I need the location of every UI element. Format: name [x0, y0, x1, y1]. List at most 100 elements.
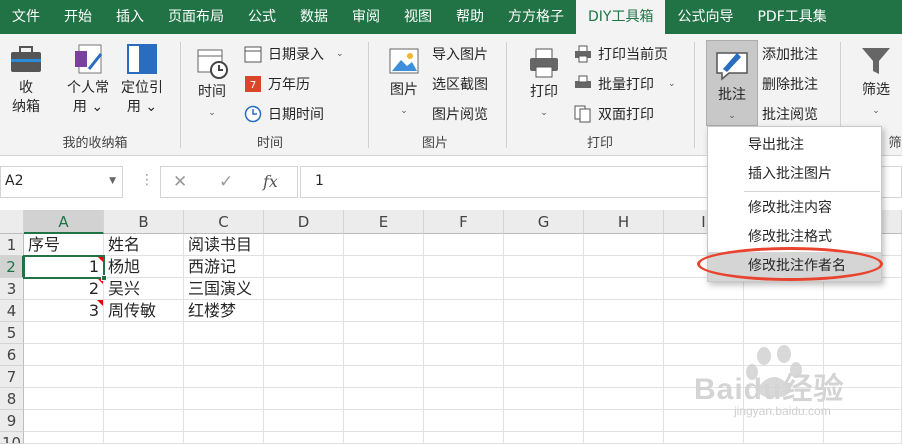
tab-data[interactable]: 数据	[288, 0, 340, 34]
grid-cell[interactable]	[184, 344, 264, 366]
tab-page-layout[interactable]: 页面布局	[156, 0, 236, 34]
grid-cell[interactable]	[664, 432, 744, 444]
grid-cell[interactable]	[184, 388, 264, 410]
grid-cell[interactable]	[264, 344, 344, 366]
print-current-page-button[interactable]: 打印当前页	[574, 44, 668, 64]
filter-button[interactable]: 筛选 ⌄	[854, 44, 898, 121]
grid-cell[interactable]	[824, 432, 902, 444]
grid-cell[interactable]	[424, 234, 504, 256]
grid-cell[interactable]	[424, 256, 504, 278]
grid-cell[interactable]	[344, 432, 424, 444]
insert-function-icon[interactable]: fx	[263, 172, 278, 191]
grid-cell[interactable]	[264, 256, 344, 278]
date-entry-button[interactable]: 日期录入 ⌄	[244, 44, 344, 64]
region-screenshot-button[interactable]: 选区截图	[432, 74, 488, 94]
cell-c4[interactable]: 红楼梦	[184, 300, 264, 322]
grid-cell[interactable]	[504, 344, 584, 366]
date-time-button[interactable]: 日期时间	[244, 104, 324, 124]
grid-cell[interactable]	[424, 322, 504, 344]
grid-cell[interactable]	[344, 366, 424, 388]
menu-item-export-comments[interactable]: 导出批注	[708, 131, 881, 160]
print-button[interactable]: 打印 ⌄	[522, 46, 566, 123]
cell-b1[interactable]: 姓名	[104, 234, 184, 256]
drag-handle-icon[interactable]: ⋮	[140, 172, 154, 188]
row-header-3[interactable]: 3	[0, 278, 24, 300]
grid-cell[interactable]	[104, 366, 184, 388]
column-header-b[interactable]: B	[104, 210, 184, 234]
grid-cell[interactable]	[504, 410, 584, 432]
cell-b3[interactable]: 吴兴	[104, 278, 184, 300]
grid-cell[interactable]	[584, 410, 664, 432]
cell-c1[interactable]: 阅读书目	[184, 234, 264, 256]
tab-insert[interactable]: 插入	[104, 0, 156, 34]
picture-browse-button[interactable]: 图片阅览	[432, 104, 488, 124]
grid-cell[interactable]	[424, 278, 504, 300]
cell-c3[interactable]: 三国演义	[184, 278, 264, 300]
grid-cell[interactable]	[264, 278, 344, 300]
grid-cell[interactable]	[24, 432, 104, 444]
grid-cell[interactable]	[584, 432, 664, 444]
grid-cell[interactable]	[664, 322, 744, 344]
grid-cell[interactable]	[584, 234, 664, 256]
personal-common-button[interactable]: 个人常 用 ⌄	[62, 42, 114, 117]
grid-cell[interactable]	[264, 410, 344, 432]
grid-cell[interactable]	[584, 300, 664, 322]
grid-cell[interactable]	[504, 366, 584, 388]
row-header-5[interactable]: 5	[0, 322, 24, 344]
tab-pdf-tools[interactable]: PDF工具集	[745, 0, 838, 34]
storage-box-button[interactable]: 收 纳箱	[6, 42, 46, 117]
grid-cell[interactable]	[104, 344, 184, 366]
grid-cell[interactable]	[584, 366, 664, 388]
tab-diy-toolbox[interactable]: DIY工具箱	[576, 0, 666, 34]
grid-cell[interactable]	[344, 344, 424, 366]
import-picture-button[interactable]: 导入图片	[432, 44, 488, 64]
grid-cell[interactable]	[744, 432, 824, 444]
grid-cell[interactable]	[424, 300, 504, 322]
column-header-c[interactable]: C	[184, 210, 264, 234]
duplex-print-button[interactable]: 双面打印	[574, 104, 654, 124]
cell-b4[interactable]: 周传敏	[104, 300, 184, 322]
grid-cell[interactable]	[424, 432, 504, 444]
time-button[interactable]: 时间 ⌄	[190, 46, 234, 123]
column-header-h[interactable]: H	[584, 210, 664, 234]
tab-help[interactable]: 帮助	[444, 0, 496, 34]
browse-comment-button[interactable]: 批注阅览	[762, 104, 818, 124]
grid-cell[interactable]	[424, 344, 504, 366]
tab-fangfang[interactable]: 方方格子	[496, 0, 576, 34]
fill-handle[interactable]	[101, 275, 107, 281]
tab-file[interactable]: 文件	[0, 0, 52, 34]
grid-cell[interactable]	[264, 234, 344, 256]
column-header-d[interactable]: D	[264, 210, 344, 234]
tab-formulas[interactable]: 公式	[236, 0, 288, 34]
grid-cell[interactable]	[344, 388, 424, 410]
row-header-4[interactable]: 4	[0, 300, 24, 322]
grid-cell[interactable]	[24, 410, 104, 432]
grid-cell[interactable]	[104, 322, 184, 344]
grid-cell[interactable]	[104, 432, 184, 444]
cancel-icon[interactable]: ✕	[173, 172, 187, 192]
grid-cell[interactable]	[504, 234, 584, 256]
name-box[interactable]: A2 ▼	[0, 166, 123, 198]
column-header-g[interactable]: G	[504, 210, 584, 234]
grid-cell[interactable]	[184, 410, 264, 432]
cell-c2[interactable]: 西游记	[184, 256, 264, 278]
grid-cell[interactable]	[104, 388, 184, 410]
grid-cell[interactable]	[104, 410, 184, 432]
grid-cell[interactable]	[424, 366, 504, 388]
row-header-7[interactable]: 7	[0, 366, 24, 388]
grid-cell[interactable]	[264, 322, 344, 344]
column-header-a[interactable]: A	[24, 210, 104, 234]
grid-cell[interactable]	[504, 256, 584, 278]
column-header-e[interactable]: E	[344, 210, 424, 234]
grid-cell[interactable]	[744, 300, 824, 322]
menu-item-edit-comment-content[interactable]: 修改批注内容	[708, 194, 881, 223]
grid-cell[interactable]	[344, 256, 424, 278]
cell-a1[interactable]: 序号	[24, 234, 104, 256]
row-header-6[interactable]: 6	[0, 344, 24, 366]
grid-cell[interactable]	[824, 300, 902, 322]
grid-cell[interactable]	[24, 322, 104, 344]
grid-cell[interactable]	[744, 322, 824, 344]
grid-cell[interactable]	[504, 388, 584, 410]
grid-cell[interactable]	[584, 256, 664, 278]
grid-cell[interactable]	[264, 366, 344, 388]
